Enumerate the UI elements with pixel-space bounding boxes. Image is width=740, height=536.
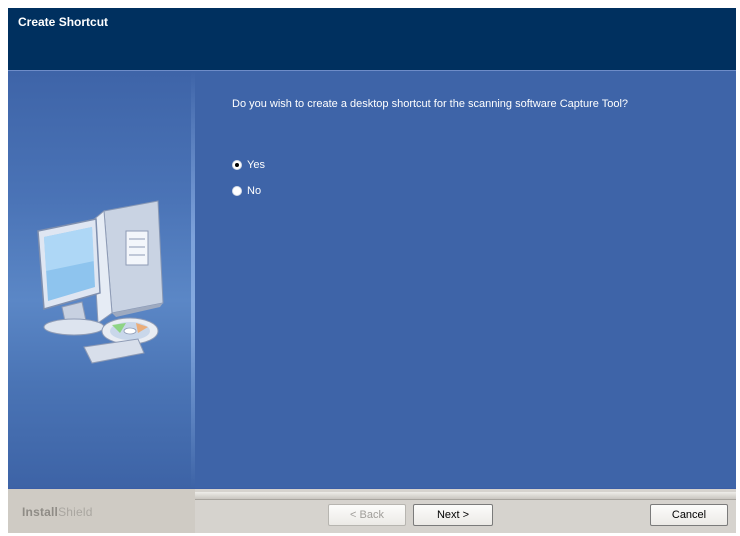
cancel-button[interactable]: Cancel [650,504,728,526]
window-title: Create Shortcut [18,15,109,29]
window-edge [736,8,738,533]
back-button[interactable]: < Back [328,504,406,526]
content-area: Do you wish to create a desktop shortcut… [8,71,736,488]
brand-area: InstallShield [8,489,195,533]
shortcut-question: Do you wish to create a desktop shortcut… [232,98,629,110]
installshield-logo: InstallShield [22,505,93,519]
option-yes[interactable]: Yes [232,159,265,171]
illustration-panel [8,71,195,488]
footer-strip [195,492,736,500]
next-button[interactable]: Next > [413,504,493,526]
radio-no[interactable] [232,186,242,196]
radio-yes[interactable] [232,160,242,170]
option-yes-label: Yes [247,159,265,171]
option-no[interactable]: No [232,185,261,197]
header-banner: Create Shortcut [8,8,736,71]
footer-bar: InstallShield < Back Next > Cancel [8,489,736,533]
option-no-label: No [247,185,262,197]
computer-cd-icon [37,200,164,364]
radio-selected-dot [235,163,239,167]
installer-window: Create Shortcut Do you wish to create a … [8,8,738,533]
